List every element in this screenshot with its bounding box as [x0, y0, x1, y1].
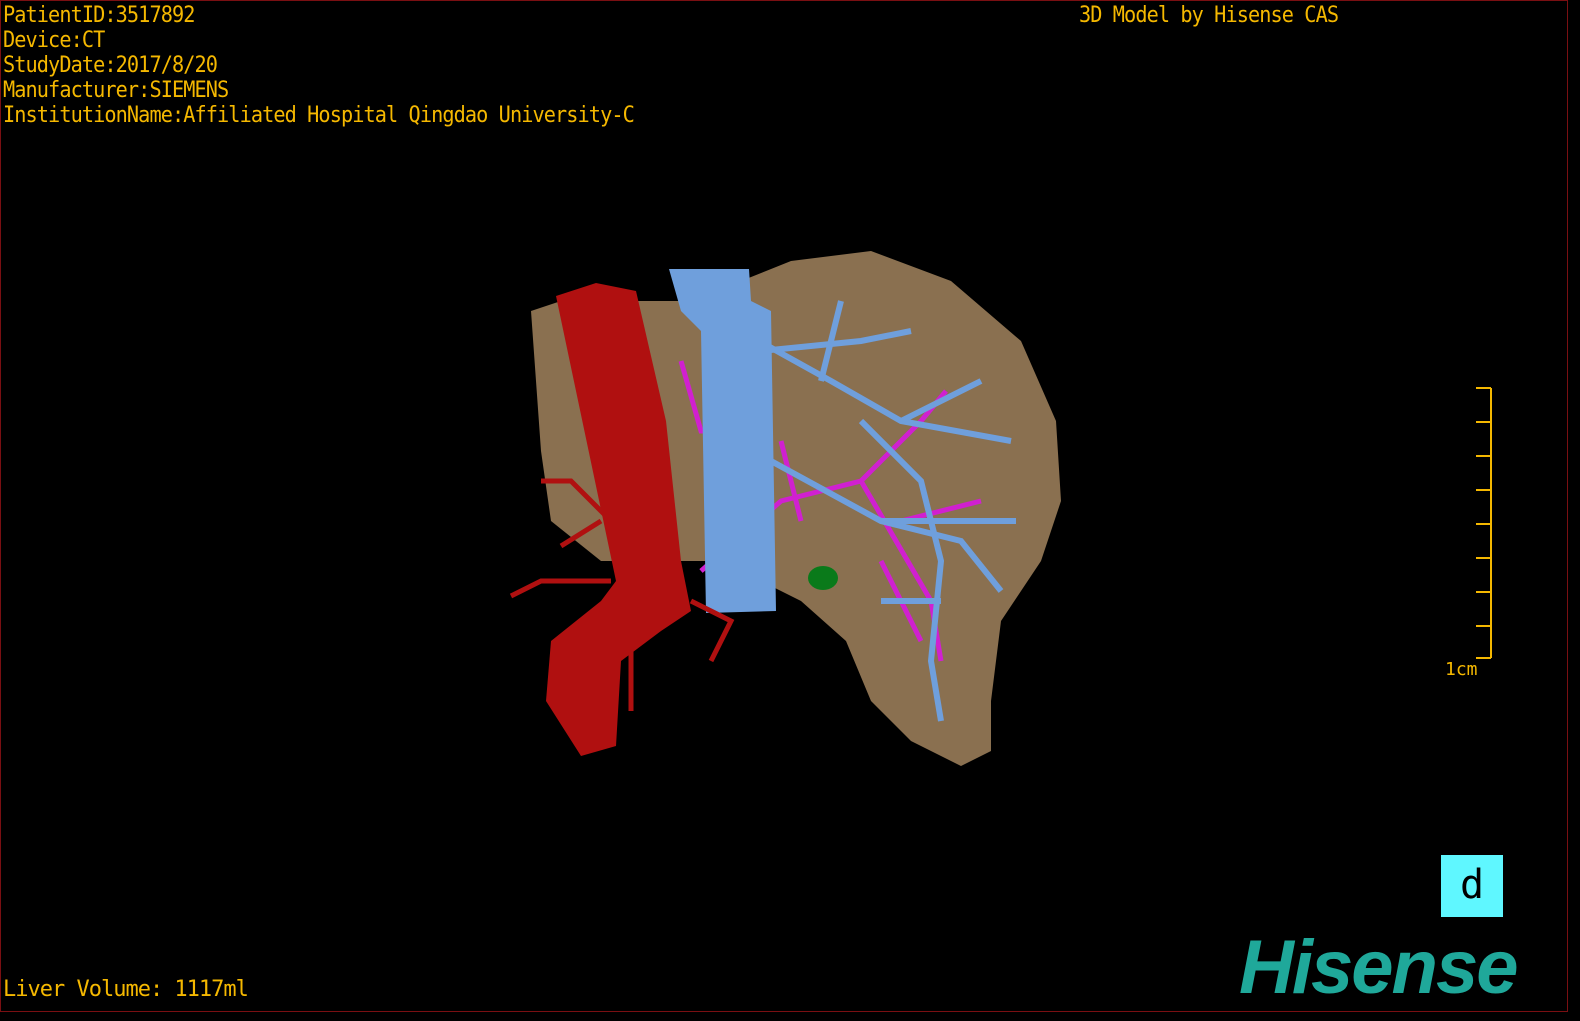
- lesion: [808, 566, 838, 590]
- study-date: StudyDate:2017/8/20: [3, 53, 218, 78]
- device: Device:CT: [3, 28, 105, 53]
- dicom-info: PatientID:3517892 Device:CT StudyDate:20…: [3, 3, 635, 128]
- liver-3d-model[interactable]: [1, 1, 1580, 1021]
- institution-name: InstitutionName:Affiliated Hospital Qing…: [3, 103, 635, 128]
- liver-volume: Liver Volume: 1117ml: [3, 977, 249, 1002]
- manufacturer: Manufacturer:SIEMENS: [3, 78, 229, 103]
- model-credit: 3D Model by Hisense CAS: [1079, 3, 1339, 28]
- scale-bar-label: 1cm: [1445, 659, 1478, 680]
- scale-bar: [1476, 387, 1492, 659]
- view-orientation-button[interactable]: d: [1441, 855, 1503, 917]
- patient-id: PatientID:3517892: [3, 3, 195, 28]
- viewport[interactable]: PatientID:3517892 Device:CT StudyDate:20…: [0, 0, 1568, 1012]
- hisense-logo: Hisense: [1239, 925, 1518, 1010]
